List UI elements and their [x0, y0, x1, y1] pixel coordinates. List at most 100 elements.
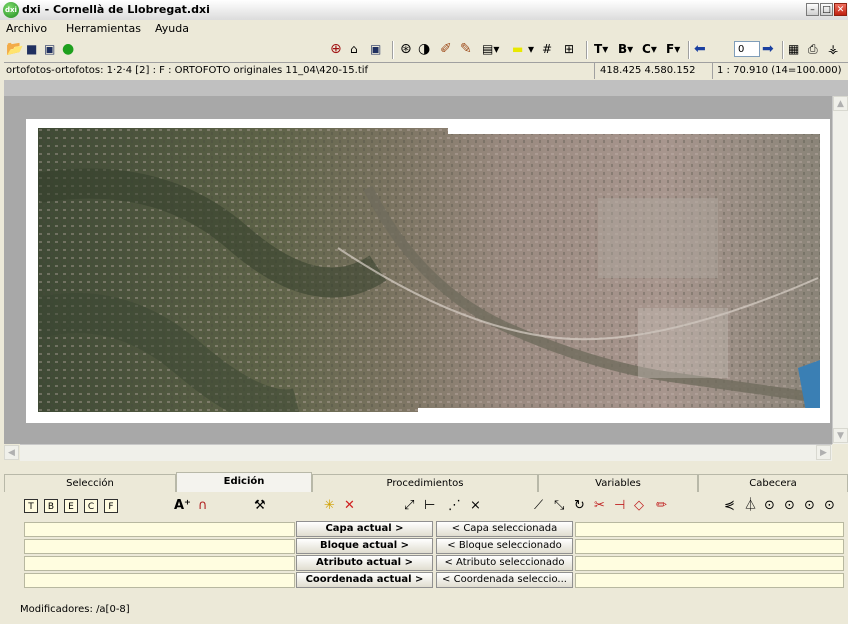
- eraser-icon[interactable]: ◇: [634, 498, 644, 514]
- menu-herramientas[interactable]: Herramientas: [66, 22, 141, 35]
- layer-dropdown-icon[interactable]: ▤▾: [482, 41, 499, 58]
- maximize-button[interactable]: □: [820, 3, 833, 16]
- main-toolbar: 📂 ■ ▣ ● ⊕ ⌂ ▣ ⊛ ◑ ✐ ✎ ▤▾ ▬ ▾ # ⊞ T▾ B▾ C…: [0, 38, 848, 62]
- capa-seleccionada-button[interactable]: < Capa seleccionada: [436, 521, 573, 537]
- coordenada-seleccionada-button[interactable]: < Coordenada seleccio...: [436, 572, 573, 588]
- capa-seleccionada-field[interactable]: [575, 522, 844, 537]
- tab-bar: Selección Edición Procedimientos Variabl…: [4, 472, 848, 492]
- text-tool-b-label: B: [618, 42, 628, 56]
- save-as-icon[interactable]: ▣: [44, 41, 55, 58]
- layers-icon[interactable]: ⌂: [350, 41, 358, 58]
- capa-actual-field[interactable]: [24, 522, 295, 537]
- rotate-left-icon[interactable]: ⊙: [804, 498, 815, 514]
- vertical-scrollbar[interactable]: ▲ ▼: [832, 96, 848, 444]
- remove-vertex-icon[interactable]: ⨯: [470, 498, 481, 514]
- rotate-down-icon[interactable]: ⊙: [824, 498, 835, 514]
- text-tool-b[interactable]: B▾: [618, 41, 633, 58]
- mirror-icon[interactable]: ⏃: [744, 498, 757, 514]
- text-tool-t[interactable]: T▾: [594, 41, 608, 58]
- text-tool-c-label: C: [642, 42, 651, 56]
- bloque-seleccionado-button[interactable]: < Bloque seleccionado: [436, 538, 573, 554]
- layer-b-icon[interactable]: B: [44, 499, 58, 513]
- atributo-actual-button[interactable]: Atributo actual >: [296, 555, 433, 571]
- atributo-seleccionado-field[interactable]: [575, 556, 844, 571]
- layer-e-icon[interactable]: E: [64, 499, 78, 513]
- coordinates-readout: 418.425 4.580.152: [594, 63, 716, 79]
- text-tool-f[interactable]: F▾: [666, 41, 680, 58]
- color-dropdown-icon[interactable]: ▬: [512, 41, 523, 58]
- layer-c-icon[interactable]: C: [84, 499, 98, 513]
- title-bar[interactable]: dxi dxi - Cornellà de Llobregat.dxi – □ …: [0, 0, 848, 21]
- coordenada-seleccionada-field[interactable]: [575, 573, 844, 588]
- save-icon[interactable]: ■: [26, 41, 37, 58]
- tab-variables[interactable]: Variables: [538, 474, 698, 492]
- new-element-icon[interactable]: ✳: [324, 498, 335, 514]
- save-view-icon[interactable]: ▣: [370, 41, 381, 58]
- toolbar-separator: [688, 41, 690, 59]
- draw-line-icon[interactable]: ⤢: [404, 498, 414, 514]
- menu-archivo[interactable]: Archivo: [6, 22, 47, 35]
- add-vertex-icon[interactable]: ⋰: [448, 498, 461, 514]
- calculator-icon[interactable]: ▦: [788, 41, 799, 58]
- arrow-left-icon[interactable]: ⬅: [694, 41, 706, 58]
- color-chevron-down-icon[interactable]: ▾: [528, 41, 534, 58]
- text-tool-c[interactable]: C▾: [642, 41, 657, 58]
- bloque-seleccionado-field[interactable]: [575, 539, 844, 554]
- window-title: dxi - Cornellà de Llobregat.dxi: [22, 3, 210, 16]
- tab-cabecera[interactable]: Cabecera: [698, 474, 848, 492]
- scroll-down-icon[interactable]: ▼: [833, 428, 848, 443]
- pencil-check-2-icon[interactable]: ✎: [460, 41, 472, 58]
- tab-procedimientos[interactable]: Procedimientos: [312, 474, 538, 492]
- pencil-check-icon[interactable]: ✐: [440, 41, 452, 58]
- zoom-target-icon[interactable]: ⊕: [330, 41, 342, 58]
- toolbar-separator: [392, 41, 394, 59]
- atributo-seleccionado-button[interactable]: < Atributo seleccionado: [436, 555, 573, 571]
- toolbar-separator: [782, 41, 784, 59]
- menu-bar: Archivo Herramientas Ayuda: [0, 20, 848, 38]
- coordenada-actual-button[interactable]: Coordenada actual >: [296, 572, 433, 588]
- rotate-icon[interactable]: ↻: [574, 498, 585, 514]
- open-folder-icon[interactable]: 📂: [6, 41, 23, 58]
- zoom-level-input[interactable]: 0: [734, 41, 760, 57]
- coordenada-actual-field[interactable]: [24, 573, 295, 588]
- extend-line-icon[interactable]: ⟋: [534, 498, 543, 514]
- join-line-icon[interactable]: ⤡: [554, 498, 564, 514]
- grid-icon[interactable]: #: [542, 41, 552, 58]
- rotate-up-icon[interactable]: ⊙: [784, 498, 795, 514]
- minimize-button[interactable]: –: [806, 3, 819, 16]
- tab-seleccion[interactable]: Selección: [4, 474, 176, 492]
- cut-icon[interactable]: ✂: [594, 498, 605, 514]
- atributo-actual-field[interactable]: [24, 556, 295, 571]
- layer-f-icon[interactable]: F: [104, 499, 118, 513]
- menu-ayuda[interactable]: Ayuda: [155, 22, 189, 35]
- green-circle-icon[interactable]: ●: [62, 41, 74, 58]
- pencil-icon[interactable]: ✏: [656, 498, 667, 514]
- network-icon[interactable]: ⚶: [828, 41, 838, 58]
- orthophoto-image: [38, 128, 820, 412]
- layer-t-icon[interactable]: T: [24, 499, 38, 513]
- binoculars-icon[interactable]: ⊛: [400, 41, 412, 58]
- scroll-right-icon[interactable]: ▶: [816, 445, 831, 460]
- add-text-icon[interactable]: A⁺: [174, 498, 191, 514]
- arrow-right-icon[interactable]: ➡: [762, 41, 774, 58]
- bloque-actual-field[interactable]: [24, 539, 295, 554]
- text-tool-t-label: T: [594, 42, 603, 56]
- horizontal-scrollbar[interactable]: ◀ ▶: [4, 444, 832, 461]
- modifiers-label: Modificadores: /a[0-8]: [20, 604, 130, 615]
- scroll-left-icon[interactable]: ◀: [4, 445, 19, 460]
- magnet-icon[interactable]: ∩: [198, 498, 208, 514]
- rotate-right-icon[interactable]: ⊙: [764, 498, 775, 514]
- printer-icon[interactable]: ⎙: [808, 41, 818, 58]
- flip-left-icon[interactable]: ⋞: [724, 498, 735, 514]
- bloque-actual-button[interactable]: Bloque actual >: [296, 538, 433, 554]
- tab-edicion[interactable]: Edición: [176, 472, 312, 492]
- split-icon[interactable]: ⊣: [614, 498, 625, 514]
- capa-actual-button[interactable]: Capa actual >: [296, 521, 433, 537]
- delete-icon[interactable]: ✕: [344, 498, 355, 514]
- contrast-icon[interactable]: ◑: [418, 41, 430, 58]
- close-button[interactable]: ✕: [834, 3, 847, 16]
- vertex-icon[interactable]: ⊢: [424, 498, 435, 514]
- table-icon[interactable]: ⊞: [564, 41, 574, 58]
- scroll-up-icon[interactable]: ▲: [833, 96, 848, 111]
- tools-icon[interactable]: ⚒: [254, 498, 266, 514]
